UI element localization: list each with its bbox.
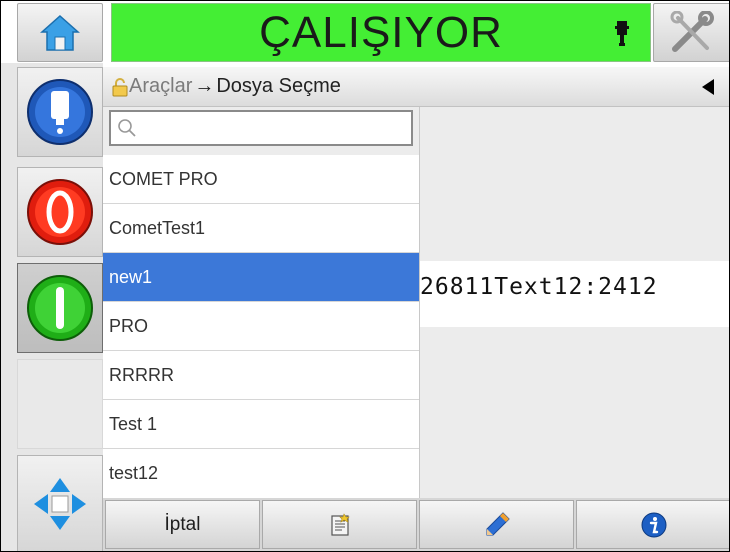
start-button[interactable] bbox=[17, 263, 103, 353]
tools-button[interactable] bbox=[653, 3, 729, 62]
file-name: COMET PRO bbox=[109, 168, 218, 189]
home-button[interactable] bbox=[17, 3, 103, 62]
list-item[interactable]: RRRRR bbox=[103, 351, 419, 400]
back-arrow-icon[interactable] bbox=[701, 78, 715, 96]
file-name: new1 bbox=[109, 266, 153, 287]
preview-pane: 26811Text12:2412 bbox=[420, 107, 729, 498]
edit-button[interactable] bbox=[419, 500, 574, 549]
ink-status-icon bbox=[27, 79, 93, 145]
empty-slot bbox=[17, 359, 103, 449]
info-button[interactable] bbox=[576, 500, 729, 549]
edit-pencil-icon bbox=[486, 511, 510, 535]
file-name: Test 1 bbox=[109, 413, 158, 434]
side-panel bbox=[1, 63, 103, 551]
new-file-button[interactable] bbox=[262, 500, 417, 549]
navigation-button[interactable] bbox=[17, 455, 103, 551]
lock-icon bbox=[112, 77, 128, 96]
bottom-toolbar: İptal bbox=[103, 498, 729, 551]
home-icon bbox=[40, 14, 80, 51]
breadcrumb: Araçlar → Dosya Seçme bbox=[103, 67, 729, 107]
list-item[interactable]: Test 1 bbox=[103, 400, 419, 449]
breadcrumb-current: Dosya Seçme bbox=[216, 75, 341, 97]
list-item[interactable]: COMET PRO bbox=[103, 155, 419, 204]
message-preview: 26811Text12:2412 bbox=[420, 261, 729, 327]
file-name: PRO bbox=[109, 315, 149, 336]
stop-icon bbox=[27, 179, 93, 245]
list-item-selected[interactable]: new1 bbox=[103, 253, 419, 302]
file-list: COMET PRO CometTest1 new1 PRO RRRRR Test… bbox=[103, 155, 420, 498]
list-item[interactable]: PRO bbox=[103, 302, 419, 351]
ink-status-button[interactable] bbox=[17, 67, 103, 157]
breadcrumb-separator: → bbox=[194, 75, 215, 97]
print-head-icon bbox=[615, 21, 629, 46]
file-name: RRRRR bbox=[109, 364, 174, 385]
info-icon bbox=[641, 512, 666, 537]
cancel-button[interactable]: İptal bbox=[105, 500, 260, 549]
file-name: CometTest1 bbox=[109, 217, 206, 238]
printer-ui-frame: ÇALIŞIYOR Araçlar → Dosya Seçme COMET PR… bbox=[0, 0, 730, 552]
file-name: test12 bbox=[109, 463, 159, 483]
status-text: ÇALIŞIYOR bbox=[259, 7, 503, 57]
navigation-arrows-icon bbox=[34, 478, 86, 530]
stop-button[interactable] bbox=[17, 167, 103, 257]
new-file-icon bbox=[330, 512, 350, 536]
cancel-label: İptal bbox=[164, 513, 201, 535]
search-icon bbox=[118, 119, 136, 137]
list-item[interactable]: test12 bbox=[103, 449, 419, 498]
list-item[interactable]: CometTest1 bbox=[103, 204, 419, 253]
tools-icon bbox=[670, 10, 714, 52]
status-bar: ÇALIŞIYOR bbox=[111, 3, 651, 62]
breadcrumb-root[interactable]: Araçlar bbox=[129, 75, 192, 98]
search-area bbox=[103, 107, 420, 155]
start-icon bbox=[27, 275, 93, 341]
search-input[interactable] bbox=[109, 110, 413, 146]
